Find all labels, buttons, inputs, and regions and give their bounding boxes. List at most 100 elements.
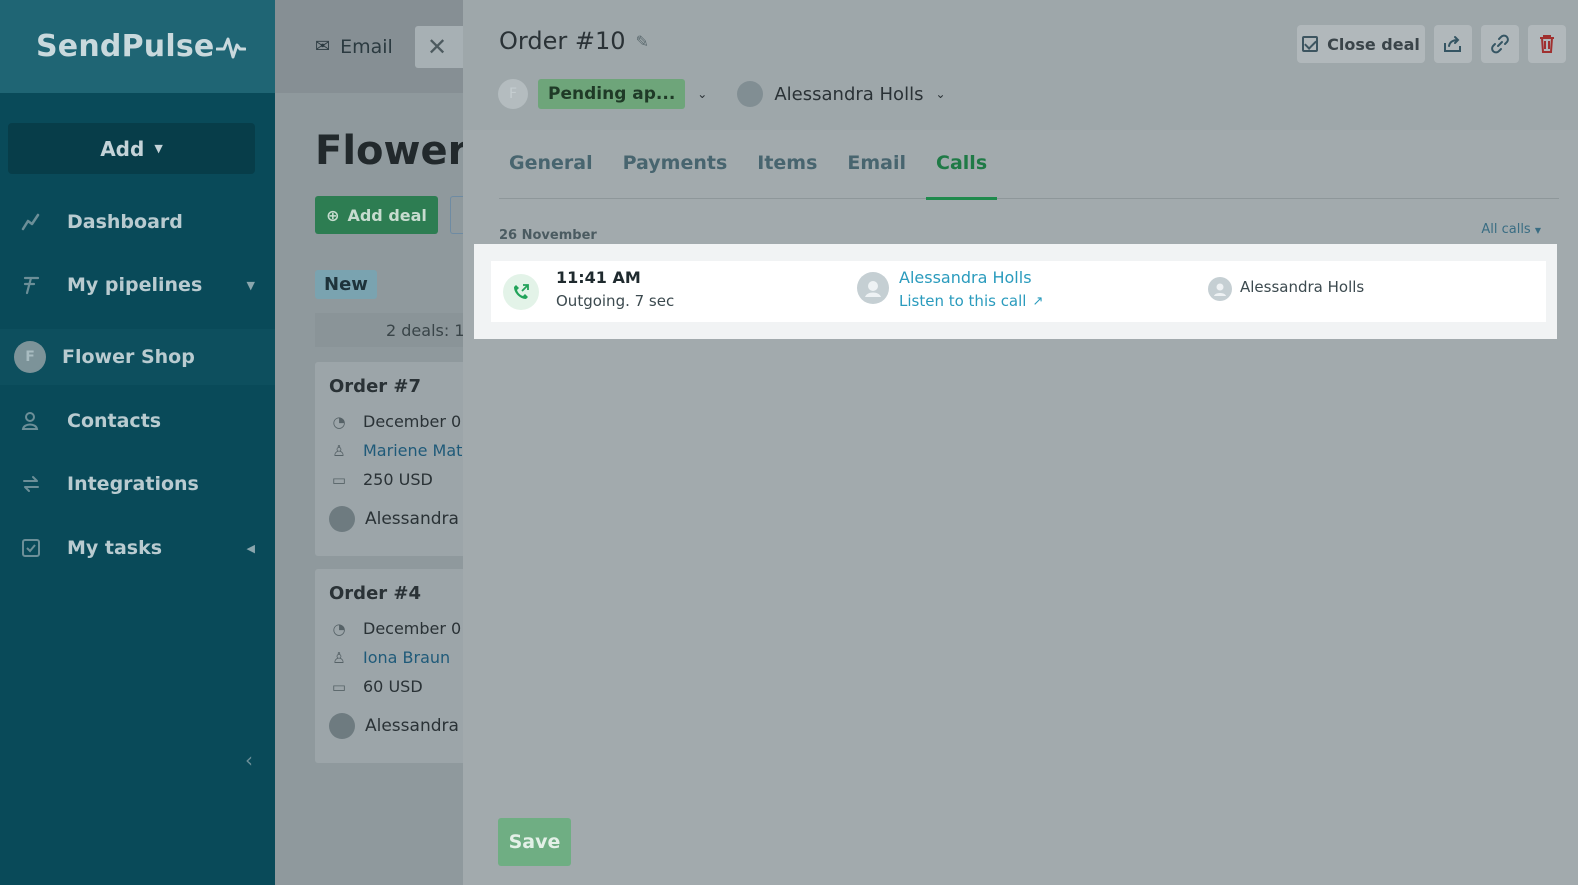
sidebar-item-integrations[interactable]: Integrations: [0, 456, 275, 512]
column-stats: 2 deals: 11: [315, 313, 465, 347]
sidebar-item-dashboard[interactable]: Dashboard: [0, 194, 275, 250]
arrows-swap-icon: [19, 472, 43, 496]
save-button[interactable]: Save: [498, 818, 571, 866]
listen-call-link[interactable]: Listen to this call ↗: [899, 292, 1043, 310]
deal-contact[interactable]: Iona Braun: [363, 648, 450, 667]
tab-calls[interactable]: Calls: [926, 130, 998, 200]
deal-card[interactable]: Order #4 ◔ December 01, ♙ Iona Braun ▭ 60 U…: [315, 569, 465, 763]
sidebar-item-label: Integrations: [67, 473, 199, 495]
email-tab[interactable]: ✉ Email: [315, 36, 393, 58]
plus-circle-icon: ⊕: [326, 205, 340, 225]
wallet-icon: ▭: [331, 677, 347, 696]
checkbox-icon: [1302, 36, 1319, 52]
chevron-down-icon[interactable]: ⌄: [697, 87, 707, 101]
avatar: [857, 272, 889, 304]
add-deal-label: Add deal: [347, 205, 427, 225]
caret-down-icon: ▼: [1534, 226, 1541, 235]
tab-payments[interactable]: Payments: [613, 130, 738, 199]
status-row: F Pending ap... ⌄ Alessandra Holls ⌄: [498, 79, 946, 109]
deal-title: Order #7: [329, 376, 422, 397]
share-icon: [1444, 36, 1461, 52]
collapse-sidebar-icon[interactable]: ‹: [245, 748, 253, 772]
calls-date-label: 26 November: [499, 228, 597, 243]
clock-icon: ◔: [332, 619, 346, 638]
deal-contact[interactable]: Mariene Mathe: [363, 441, 465, 460]
tab-email[interactable]: Email: [837, 130, 916, 199]
avatar: [329, 506, 355, 532]
clock-icon: ◔: [332, 412, 346, 431]
outgoing-call-icon: [503, 274, 539, 310]
pencil-icon[interactable]: ✎: [635, 32, 648, 51]
chart-line-icon: [19, 210, 43, 234]
add-button[interactable]: Add ▼: [8, 123, 255, 174]
tab-items[interactable]: Items: [747, 130, 827, 199]
deal-contact-row[interactable]: ♙ Mariene Mathe: [329, 436, 465, 465]
sidebar-item-my-pipelines[interactable]: My pipelines ▼: [0, 257, 275, 313]
sidebar-item-my-tasks[interactable]: My tasks ◀: [0, 520, 275, 576]
close-deal-button[interactable]: Close deal: [1297, 25, 1425, 63]
modal-header: Order #10 ✎ Close deal F Pending ap... ⌄: [463, 0, 1578, 130]
deal-date: December 01,: [363, 619, 465, 638]
deal-modal: Order #10 ✎ Close deal F Pending ap... ⌄: [463, 0, 1578, 885]
deal-owner: Alessandra Holls: [329, 713, 465, 739]
deal-date: December 01,: [363, 412, 465, 431]
sidebar-item-flower-shop[interactable]: F Flower Shop: [0, 329, 275, 385]
trash-icon: [1540, 35, 1554, 53]
pipeline-avatar: F: [498, 79, 528, 109]
avatar: [737, 81, 764, 107]
copy-link-button[interactable]: [1481, 25, 1519, 63]
sidebar-item-label: Dashboard: [67, 211, 183, 233]
share-button[interactable]: [1434, 25, 1472, 63]
deal-date-row: ◔ December 01,: [329, 407, 465, 436]
sidebar: SendPulse Add ▼ Dashboard My pipelines ▼…: [0, 0, 275, 885]
avatar: [329, 713, 355, 739]
deal-amount: 250 USD: [363, 470, 433, 489]
delete-button[interactable]: [1528, 25, 1566, 63]
deal-owner-name: Alessandra Holls: [365, 716, 465, 736]
pipeline-avatar: F: [14, 341, 46, 373]
deal-date-row: ◔ December 01,: [329, 614, 465, 643]
pipeline-content: ✉ Email ✕ Flower Shop ⊕ Add deal New 2 d…: [275, 0, 465, 885]
deal-tabs: General Payments Items Email Calls: [499, 130, 1559, 200]
page-title: Flower Shop: [315, 128, 465, 174]
deal-contact-row[interactable]: ♙ Iona Braun: [329, 643, 465, 672]
user-icon: ♙: [332, 441, 346, 460]
email-tab-label: Email: [340, 35, 393, 58]
sidebar-item-contacts[interactable]: Contacts: [0, 393, 275, 449]
user-icon: ♙: [332, 648, 346, 667]
deal-title: Order #10: [499, 27, 626, 55]
owner-name: Alessandra Holls: [774, 83, 924, 105]
top-bar: ✉ Email ✕: [275, 0, 465, 93]
caret-down-icon: ▼: [246, 278, 255, 292]
sendpulse-logo[interactable]: SendPulse: [36, 29, 247, 64]
sidebar-item-label: My pipelines: [67, 274, 203, 296]
call-record[interactable]: 11:41 AM Outgoing. 7 sec Alessandra Holl…: [491, 261, 1546, 322]
deal-amount: 60 USD: [363, 677, 423, 696]
tab-general[interactable]: General: [499, 130, 603, 199]
status-badge[interactable]: Pending ap...: [538, 79, 686, 109]
deal-title: Order #4: [329, 583, 422, 604]
add-label: Add: [100, 136, 145, 161]
owner-select[interactable]: Alessandra Holls ⌄: [737, 81, 946, 107]
close-icon[interactable]: ✕: [415, 26, 465, 68]
call-owner-name: Alessandra Holls: [1240, 278, 1365, 296]
link-icon: [1491, 34, 1509, 54]
call-contact-link[interactable]: Alessandra Holls: [899, 268, 1032, 287]
contacts-icon: [19, 409, 43, 433]
deal-card[interactable]: Order #7 ◔ December 01, ♙ Mariene Mathe ▭ 2…: [315, 362, 465, 556]
column-badge: New: [315, 270, 377, 299]
deal-owner-name: Alessandra Holls: [365, 509, 465, 529]
call-time: 11:41 AM: [556, 268, 641, 287]
sidebar-item-label: Flower Shop: [62, 346, 195, 368]
all-calls-filter[interactable]: All calls ▼: [1481, 222, 1541, 237]
close-deal-label: Close deal: [1327, 34, 1420, 54]
sidebar-item-label: Contacts: [67, 410, 162, 432]
deal-title-block: Order #10 ✎: [499, 27, 649, 55]
external-link-icon: ↗: [1032, 293, 1044, 309]
deal-amount-row: ▭ 60 USD: [329, 672, 465, 701]
avatar: [1208, 277, 1232, 301]
task-checkbox-icon: [19, 536, 43, 560]
wallet-icon: ▭: [331, 470, 347, 489]
caret-left-icon: ◀: [246, 541, 255, 555]
add-deal-button[interactable]: ⊕ Add deal: [315, 196, 438, 234]
